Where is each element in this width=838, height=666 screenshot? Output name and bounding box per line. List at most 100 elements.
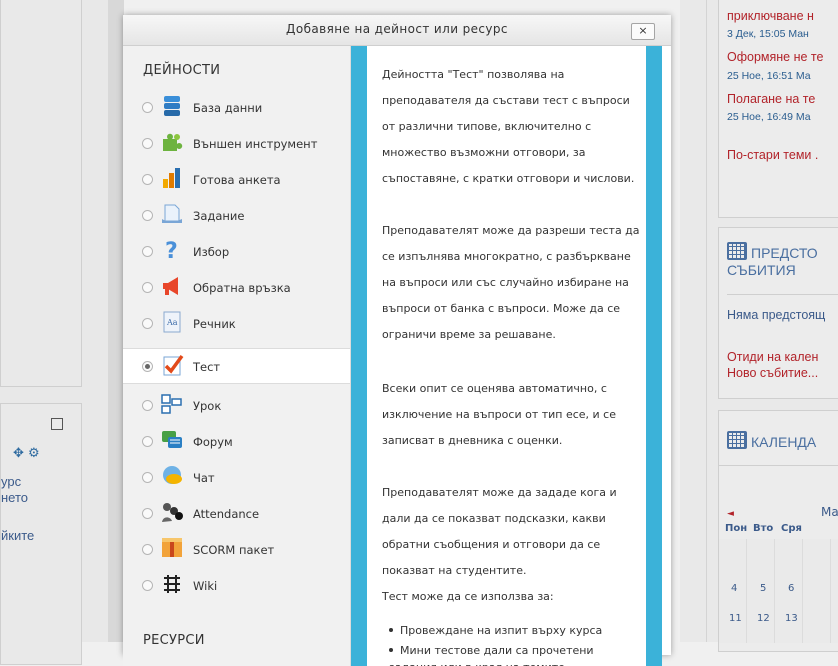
info-border-right bbox=[646, 46, 662, 666]
news-item-meta: 25 Ное, 16:51 Ма bbox=[727, 70, 811, 82]
radio-button[interactable] bbox=[142, 436, 153, 447]
radio-button[interactable] bbox=[142, 174, 153, 185]
megaphone-icon bbox=[163, 277, 178, 295]
radio-button[interactable] bbox=[142, 580, 153, 591]
right-divider bbox=[706, 0, 707, 642]
option-forum[interactable]: Форум bbox=[123, 424, 350, 458]
dialog-header: Добавяне на дейност или ресурс × bbox=[123, 15, 671, 46]
chat-icon bbox=[163, 466, 182, 484]
close-button[interactable]: × bbox=[631, 23, 655, 40]
option-label: Външен инструмент bbox=[193, 137, 318, 151]
calendar-day[interactable]: 13 bbox=[785, 613, 798, 624]
option-choice[interactable]: ? Избор bbox=[123, 234, 350, 268]
forum-icon bbox=[162, 431, 182, 448]
option-label: Задание bbox=[193, 209, 245, 223]
divider bbox=[719, 465, 838, 466]
option-label: Избор bbox=[193, 245, 230, 259]
calendar-day[interactable]: 11 bbox=[729, 613, 742, 624]
option-label: Wiki bbox=[193, 579, 218, 593]
option-label: Готова анкета bbox=[193, 173, 281, 187]
option-survey[interactable]: Готова анкета bbox=[123, 162, 350, 196]
options-list: ДЕЙНОСТИ База данни Външен инструмент Го… bbox=[123, 46, 351, 666]
left-text-1: урс bbox=[1, 474, 22, 489]
question-icon: ? bbox=[165, 239, 178, 262]
upcoming-events-block: ПРЕДСТО СЪБИТИЯ Няма предстоящ Отиди на … bbox=[718, 227, 838, 399]
calendar-icon bbox=[727, 431, 747, 449]
radio-button[interactable] bbox=[142, 400, 153, 411]
option-assignment[interactable]: Задание bbox=[123, 198, 350, 232]
calendar-heading: КАЛЕНДА bbox=[727, 431, 816, 450]
assignment-icon bbox=[162, 204, 182, 223]
calendar-icon bbox=[727, 242, 747, 260]
option-label: Тест bbox=[193, 360, 221, 374]
news-item-meta: 3 Дек, 15:05 Ман bbox=[727, 28, 809, 40]
scorm-package-icon bbox=[162, 538, 182, 557]
latest-news-block: приключване н 3 Дек, 15:05 Ман Оформяне … bbox=[718, 0, 838, 218]
left-block-lower: ✥ ⚙ урс нето йките bbox=[0, 403, 82, 665]
block-collapse-icon[interactable] bbox=[51, 418, 63, 430]
svg-text:?: ? bbox=[165, 239, 178, 262]
activity-chooser-dialog: Добавяне на дейност или ресурс × ДЕЙНОСТ… bbox=[123, 15, 671, 666]
weekday-label: Сря bbox=[781, 523, 802, 534]
calendar-day[interactable]: 4 bbox=[731, 583, 737, 594]
radio-button[interactable] bbox=[142, 102, 153, 113]
news-item-title[interactable]: приключване н bbox=[727, 9, 814, 23]
older-topics-link[interactable]: По-стари теми . bbox=[727, 148, 818, 162]
description-paragraph: Тест може да се използва за: bbox=[382, 590, 554, 603]
description-paragraph: Преподавателят може да зададе кога и дал… bbox=[382, 486, 617, 577]
prev-month-arrow[interactable]: ◄ bbox=[727, 509, 734, 519]
option-quiz[interactable]: Тест bbox=[123, 348, 350, 384]
description-bullet: Провеждане на изпит върху курса bbox=[389, 624, 602, 637]
calendar-day[interactable]: 12 bbox=[757, 613, 770, 624]
option-scorm[interactable]: SCORM пакет bbox=[123, 532, 350, 566]
option-label: SCORM пакет bbox=[193, 543, 275, 557]
news-item-meta: 25 Ное, 16:49 Ма bbox=[727, 111, 811, 123]
option-glossary[interactable]: Aa Речник bbox=[123, 306, 350, 340]
puzzle-icon bbox=[163, 133, 183, 151]
option-description-panel: Дейността "Тест" позволява на преподават… bbox=[367, 46, 646, 666]
lesson-icon bbox=[161, 394, 182, 414]
radio-button[interactable] bbox=[142, 282, 153, 293]
radio-button[interactable] bbox=[142, 472, 153, 483]
radio-button[interactable] bbox=[142, 138, 153, 149]
events-heading: ПРЕДСТО bbox=[727, 242, 818, 261]
option-chat[interactable]: Чат bbox=[123, 460, 350, 494]
activities-heading: ДЕЙНОСТИ bbox=[143, 63, 221, 78]
new-event-link[interactable]: Ново събитие... bbox=[727, 366, 818, 380]
news-item-title[interactable]: Оформяне не те bbox=[727, 50, 823, 64]
radio-button[interactable] bbox=[142, 210, 153, 221]
weekday-label: Вто bbox=[753, 523, 774, 534]
radio-button[interactable] bbox=[142, 544, 153, 555]
radio-button[interactable] bbox=[142, 318, 153, 329]
calendar-block: КАЛЕНДА ◄ Ма Пон Вто Сря 4 5 6 11 12 13 bbox=[718, 410, 838, 652]
dialog-title: Добавяне на дейност или ресурс bbox=[286, 22, 508, 36]
option-lesson[interactable]: Урок bbox=[123, 388, 350, 422]
news-item-title[interactable]: Полагане на те bbox=[727, 92, 815, 106]
bar-chart-icon bbox=[163, 168, 180, 188]
radio-button[interactable] bbox=[142, 361, 153, 372]
option-label: Чат bbox=[193, 471, 215, 485]
radio-button[interactable] bbox=[142, 508, 153, 519]
option-wiki[interactable]: Wiki bbox=[123, 568, 350, 602]
divider bbox=[727, 294, 838, 295]
svg-text:Aa: Aa bbox=[166, 318, 178, 327]
info-border-left bbox=[351, 46, 367, 666]
calendar-day[interactable]: 6 bbox=[788, 583, 794, 594]
option-attendance[interactable]: Attendance bbox=[123, 496, 350, 530]
description-paragraph: Преподавателят може да разреши теста да … bbox=[382, 224, 640, 341]
weekday-label: Пон bbox=[725, 523, 748, 534]
goto-calendar-link[interactable]: Отиди на кален bbox=[727, 350, 818, 364]
option-feedback[interactable]: Обратна връзка bbox=[123, 270, 350, 304]
option-external-tool[interactable]: Външен инструмент bbox=[123, 126, 350, 160]
attendance-icon bbox=[162, 503, 183, 522]
left-block-upper bbox=[0, 0, 82, 387]
database-icon bbox=[164, 96, 180, 116]
option-label: Обратна връзка bbox=[193, 281, 291, 295]
calendar-month: Ма bbox=[821, 505, 838, 519]
left-text-3: йките bbox=[1, 528, 35, 543]
option-database[interactable]: База данни bbox=[123, 90, 350, 124]
move-config-icons[interactable]: ✥ ⚙ bbox=[13, 446, 40, 461]
calendar-day[interactable]: 5 bbox=[760, 583, 766, 594]
events-heading-2: СЪБИТИЯ bbox=[727, 262, 796, 278]
radio-button[interactable] bbox=[142, 246, 153, 257]
